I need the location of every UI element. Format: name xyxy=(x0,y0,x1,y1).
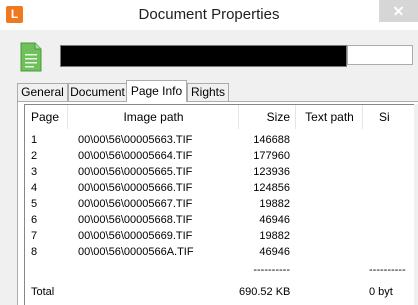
column-header-page[interactable]: Page xyxy=(25,105,68,129)
window-edge xyxy=(414,104,418,305)
column-header-image-path[interactable]: Image path xyxy=(68,105,239,129)
filename-field-redacted[interactable] xyxy=(60,45,347,67)
cell-image-path: 00\00\56\00005663.TIF xyxy=(78,134,193,146)
cell-text-size xyxy=(363,212,418,229)
list-header: Page Image path Size Text path Si xyxy=(25,105,418,129)
cell-image-path: 00\00\56\00005667.TIF xyxy=(78,198,193,210)
table-row[interactable]: 1 00\00\56\00005663.TIF 146688 xyxy=(25,132,418,149)
cell-page: 3 xyxy=(31,166,38,178)
close-button[interactable] xyxy=(379,0,418,22)
tab-document[interactable]: Document xyxy=(68,83,127,101)
table-row[interactable]: 8 00\00\56\0000566A.TIF 46946 xyxy=(25,244,418,261)
cell-page: 4 xyxy=(31,182,38,194)
column-header-text-size[interactable]: Si xyxy=(363,105,418,129)
table-row[interactable]: 5 00\00\56\00005667.TIF 19882 xyxy=(25,196,418,213)
cell-size: 124856 xyxy=(253,182,290,194)
cell-text-path xyxy=(296,228,363,245)
table-row[interactable]: 6 00\00\56\00005668.TIF 46946 xyxy=(25,212,418,229)
table-row[interactable]: 7 00\00\56\00005669.TIF 19882 xyxy=(25,228,418,245)
cell-text-path xyxy=(296,284,363,301)
cell-size: 123936 xyxy=(253,166,290,178)
cell-image-path: 00\00\56\00005665.TIF xyxy=(78,166,193,178)
cell-image-path: 00\00\56\00005669.TIF xyxy=(78,230,193,242)
total-row[interactable]: Total 690.52 KB 0 byt xyxy=(25,284,418,301)
cell-size: 146688 xyxy=(253,134,290,146)
cell-text-size xyxy=(363,148,418,165)
cell-text-size xyxy=(363,228,418,245)
cell-page: 5 xyxy=(31,198,38,210)
cell-text-size xyxy=(363,164,418,181)
cell-image-path: 00\00\56\00005664.TIF xyxy=(78,150,193,162)
cell-size: 19882 xyxy=(259,230,290,242)
cell-image-path: 00\00\56\00005668.TIF xyxy=(78,214,193,226)
cell-text-path xyxy=(296,262,363,279)
cell-text-path xyxy=(296,212,363,229)
cell-text-size xyxy=(363,196,418,213)
filename-field-end xyxy=(347,45,413,65)
cell-text-path xyxy=(296,244,363,261)
cell-page: 8 xyxy=(31,246,38,258)
tab-page-info[interactable]: Page Info xyxy=(126,80,187,102)
cell-size: 690.52 KB xyxy=(239,286,291,298)
cell-text-path xyxy=(296,180,363,197)
cell-image-path xyxy=(68,284,239,301)
cell-text-path xyxy=(296,148,363,165)
cell-text-path xyxy=(296,132,363,149)
cell-page: 6 xyxy=(31,214,38,226)
cell-size: 46946 xyxy=(259,246,290,258)
cell-size: 46946 xyxy=(259,214,290,226)
cell-text-path xyxy=(296,164,363,181)
cell-size: 177960 xyxy=(253,150,290,162)
cell-text-size xyxy=(363,244,418,261)
window-title: Document Properties xyxy=(138,6,280,23)
cell-page: Total xyxy=(31,286,55,298)
cell-image-path: 00\00\56\00005666.TIF xyxy=(78,182,193,194)
document-icon xyxy=(20,42,42,72)
cell-page xyxy=(25,262,68,279)
cell-page: 7 xyxy=(31,230,38,242)
cell-text-size xyxy=(363,132,418,149)
separator-row: ---------- ---------- xyxy=(25,262,418,279)
cell-size: 19882 xyxy=(259,198,290,210)
cell-page: 1 xyxy=(31,134,38,146)
cell-page: 2 xyxy=(31,150,38,162)
column-header-text-path[interactable]: Text path xyxy=(296,105,363,129)
cell-size: ---------- xyxy=(253,264,290,276)
table-row[interactable]: 3 00\00\56\00005665.TIF 123936 xyxy=(25,164,418,181)
column-header-size[interactable]: Size xyxy=(239,105,296,129)
cell-text-size: ---------- xyxy=(369,264,406,276)
table-row[interactable]: 4 00\00\56\00005666.TIF 124856 xyxy=(25,180,418,197)
tab-general[interactable]: General xyxy=(17,83,68,101)
cell-text-size: 0 byt xyxy=(369,286,393,298)
cell-text-size xyxy=(363,180,418,197)
cell-image-path: 00\00\56\0000566A.TIF xyxy=(78,246,194,258)
cell-image-path xyxy=(68,262,239,279)
document-properties-window: L Document Properties General Document P… xyxy=(0,0,418,305)
table-row[interactable]: 2 00\00\56\00005664.TIF 177960 xyxy=(25,148,418,165)
cell-text-path xyxy=(296,196,363,213)
tab-rights[interactable]: Rights xyxy=(187,83,229,101)
title-bar: L Document Properties xyxy=(0,0,418,30)
page-info-list[interactable]: Page Image path Size Text path Si 1 00\0… xyxy=(24,104,418,305)
